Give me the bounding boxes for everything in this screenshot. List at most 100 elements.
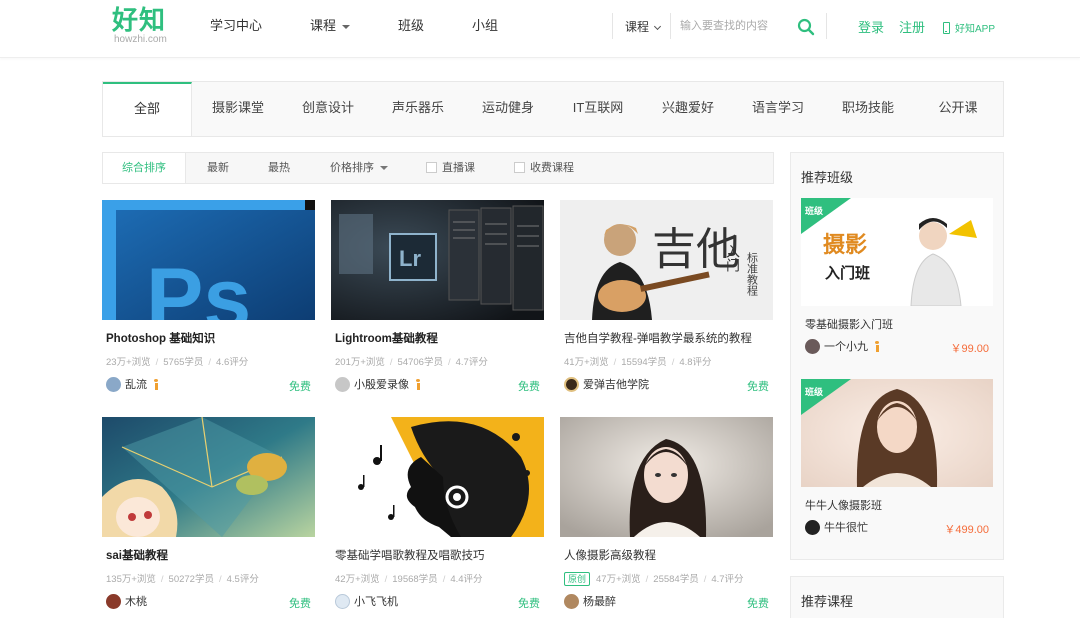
site-logo[interactable]: 好知 howzhi.com: [112, 5, 174, 45]
nav-courses-label: 课程: [310, 18, 337, 33]
caret-down-icon: [380, 166, 388, 171]
course-thumbnail[interactable]: 吉他 入门 标准教程: [560, 200, 773, 320]
course-title[interactable]: sai基础教程: [106, 547, 168, 563]
singing-thumbnail-image: [331, 417, 544, 537]
course-card[interactable]: 人像摄影高级教程 原创 47万+浏览/25584学员/4.7评分 杨最醉 免费: [560, 417, 773, 618]
recommended-classes-panel: 推荐班级 班级 摄影 入门班 零基础摄影入门班 一个小九 ￥99.00 班级 牛…: [790, 152, 1004, 560]
course-author[interactable]: 杨最醉: [564, 593, 616, 609]
category-tab-open[interactable]: 公开课: [920, 82, 996, 136]
category-tab-photography[interactable]: 摄影课堂: [200, 82, 276, 136]
course-price: 免费: [747, 381, 769, 393]
chevron-down-icon: [653, 22, 662, 31]
category-tab-fitness[interactable]: 运动健身: [470, 82, 546, 136]
guitar-thumbnail-image: 吉他 入门 标准教程: [560, 200, 773, 320]
top-header: 好知 howzhi.com 学习中心 课程 班级 小组 课程 登录 注册 好知A…: [0, 0, 1080, 58]
divider: [612, 13, 613, 39]
class-teacher[interactable]: 一个小九: [805, 338, 880, 354]
course-author[interactable]: 爱弹吉他学院: [564, 376, 649, 392]
category-tab-career[interactable]: 职场技能: [830, 82, 906, 136]
svg-text:标准教程: 标准教程: [746, 251, 759, 297]
class-thumbnail[interactable]: 班级 摄影 入门班: [801, 198, 993, 306]
class-card[interactable]: 班级 摄影 入门班 零基础摄影入门班 一个小九 ￥99.00: [801, 198, 993, 358]
svg-text:班级: 班级: [805, 205, 824, 217]
avatar: [106, 376, 121, 392]
anime-thumbnail-image: [102, 417, 315, 537]
course-title[interactable]: 吉他自学教程-弹唱教学最系统的教程: [564, 330, 752, 346]
course-title[interactable]: Photoshop 基础知识: [106, 330, 215, 346]
paid-checkbox[interactable]: 收费课程: [514, 153, 574, 183]
divider: [826, 13, 827, 39]
recommended-courses-panel: 推荐课程: [790, 576, 1004, 618]
course-card[interactable]: Ps Photoshop 基础知识 23万+浏览/5765学员/4.6评分 乱流…: [102, 200, 315, 410]
class-thumbnail[interactable]: 班级: [801, 379, 993, 487]
sidebar-title-2: 推荐课程: [801, 594, 854, 609]
nav-groups[interactable]: 小组: [472, 17, 498, 35]
course-thumbnail[interactable]: [560, 417, 773, 537]
course-title[interactable]: Lightroom基础教程: [335, 330, 438, 346]
course-meta: 23万+浏览/5765学员/4.6评分: [106, 357, 249, 368]
course-author[interactable]: 乱流: [106, 376, 159, 392]
nav-classes[interactable]: 班级: [398, 17, 424, 35]
category-tab-music[interactable]: 声乐器乐: [380, 82, 456, 136]
author-name: 乱流: [125, 379, 147, 391]
register-link[interactable]: 注册: [899, 17, 925, 36]
course-meta: 42万+浏览/19568学员/4.4评分: [335, 574, 483, 585]
sort-price[interactable]: 价格排序: [330, 153, 388, 183]
checkbox-icon: [514, 162, 525, 173]
sort-newest[interactable]: 最新: [207, 153, 229, 183]
svg-text:入门: 入门: [724, 244, 740, 273]
category-tab-all[interactable]: 全部: [103, 82, 192, 136]
course-meta: 41万+浏览/15594学员/4.8评分: [564, 357, 712, 368]
avatar: [805, 519, 820, 535]
course-author[interactable]: 小殷爱录像: [335, 376, 421, 392]
search-button[interactable]: [796, 17, 816, 37]
verified-icon: [415, 378, 421, 390]
course-title[interactable]: 零基础学唱歌教程及唱歌技巧: [335, 547, 485, 563]
course-author[interactable]: 小飞飞机: [335, 593, 398, 609]
main-nav: 学习中心 课程 班级 小组: [210, 17, 546, 35]
class-card[interactable]: 班级 牛牛人像摄影班 牛牛很忙 ￥499.00: [801, 379, 993, 539]
course-price: 免费: [518, 598, 540, 610]
lightroom-thumbnail-image: Lr: [331, 200, 544, 320]
verified-icon: [874, 340, 880, 352]
course-author[interactable]: 木桃: [106, 593, 147, 609]
category-tab-it[interactable]: IT互联网: [560, 82, 636, 136]
course-card[interactable]: Lr Lightroom基础教程 201万+浏览/54706学员/4.7评分 小…: [331, 200, 544, 410]
photoshop-thumbnail-image: Ps: [102, 200, 315, 320]
class-teacher[interactable]: 牛牛很忙: [805, 519, 868, 535]
paid-label: 收费课程: [530, 162, 574, 174]
category-tab-hobbies[interactable]: 兴趣爱好: [650, 82, 726, 136]
course-thumbnail[interactable]: [331, 417, 544, 537]
course-thumbnail[interactable]: [102, 417, 315, 537]
nav-learning-center[interactable]: 学习中心: [210, 17, 262, 35]
category-bar: 全部 摄影课堂 创意设计 声乐器乐 运动健身 IT互联网 兴趣爱好 语言学习 职…: [102, 81, 1004, 137]
live-checkbox[interactable]: 直播课: [426, 153, 475, 183]
class-name[interactable]: 牛牛人像摄影班: [805, 497, 882, 513]
nav-courses[interactable]: 课程: [310, 17, 351, 35]
course-meta: 原创 47万+浏览/25584学员/4.7评分: [564, 571, 744, 586]
author-name: 木桃: [125, 596, 147, 608]
search-input[interactable]: [680, 16, 790, 36]
course-thumbnail[interactable]: Ps: [102, 200, 315, 320]
course-card[interactable]: 零基础学唱歌教程及唱歌技巧 42万+浏览/19568学员/4.4评分 小飞飞机 …: [331, 417, 544, 618]
class-name[interactable]: 零基础摄影入门班: [805, 316, 893, 332]
caret-down-icon: [342, 24, 351, 29]
login-link[interactable]: 登录: [858, 17, 884, 36]
category-tab-language[interactable]: 语言学习: [740, 82, 816, 136]
course-thumbnail[interactable]: Lr: [331, 200, 544, 320]
course-title[interactable]: 人像摄影高级教程: [564, 547, 656, 563]
search-category-label: 课程: [625, 20, 650, 34]
original-badge: 原创: [564, 572, 591, 586]
sort-comprehensive[interactable]: 综合排序: [103, 153, 186, 183]
course-card[interactable]: sai基础教程 135万+浏览/50272学员/4.5评分 木桃 免费: [102, 417, 315, 618]
course-card[interactable]: 吉他 入门 标准教程 吉他自学教程-弹唱教学最系统的教程 41万+浏览/1559…: [560, 200, 773, 410]
avatar: [805, 338, 820, 354]
filter-bar: 综合排序 最新 最热 价格排序 直播课 收费课程: [102, 152, 774, 184]
app-link-label: 好知APP: [955, 24, 996, 35]
divider: [670, 13, 671, 39]
app-download-link[interactable]: 好知APP: [943, 20, 995, 35]
category-tab-design[interactable]: 创意设计: [290, 82, 366, 136]
sort-hottest[interactable]: 最热: [268, 153, 290, 183]
search-category-select[interactable]: 课程: [625, 18, 662, 35]
svg-text:摄影: 摄影: [823, 232, 867, 258]
